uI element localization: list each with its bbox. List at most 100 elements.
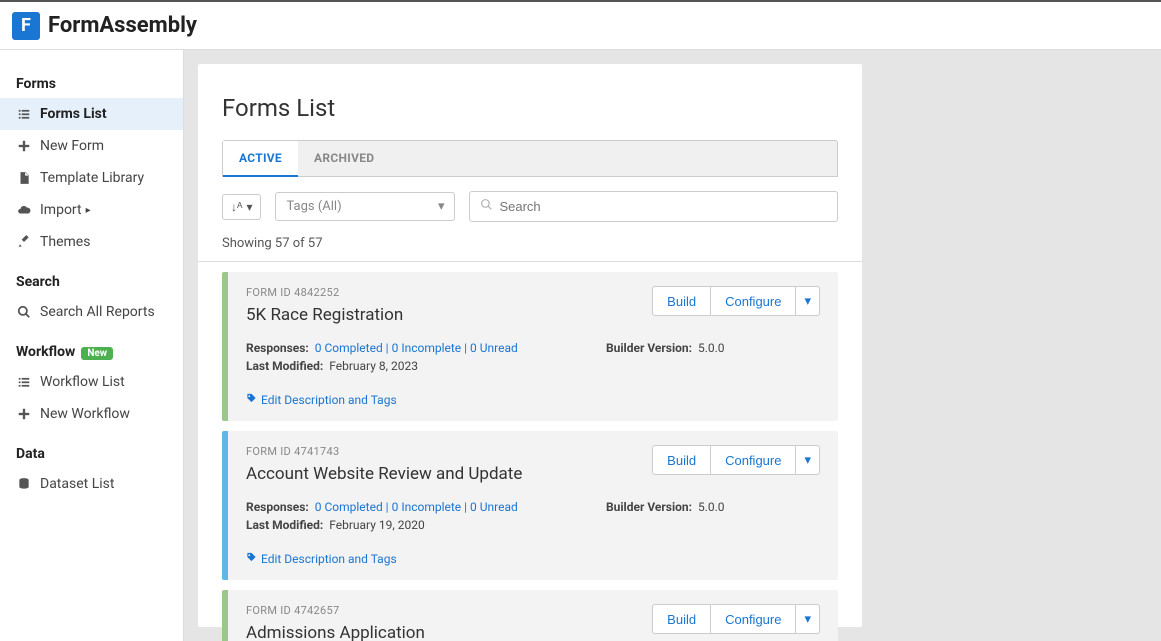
sidebar-heading: Search	[0, 268, 183, 296]
form-actions: BuildConfigure ▾	[652, 604, 820, 634]
builder-version-row: Builder Version: 5.0.0	[606, 341, 820, 355]
configure-button[interactable]: Configure	[711, 604, 796, 634]
sidebar-item-label: Themes	[40, 234, 90, 250]
last-modified-row: Last Modified: February 8, 2023	[246, 359, 606, 373]
last-modified-value: February 19, 2020	[329, 518, 424, 532]
db-icon	[16, 477, 32, 491]
last-modified-row: Last Modified: February 19, 2020	[246, 518, 606, 532]
last-modified-label: Last Modified:	[246, 359, 323, 373]
form-card-head: FORM ID 4741743 Account Website Review an…	[246, 445, 820, 484]
responses-label: Responses:	[246, 500, 309, 514]
form-actions: BuildConfigure ▾	[652, 286, 820, 316]
form-id: FORM ID 4741743	[246, 445, 522, 458]
form-name[interactable]: 5K Race Registration	[246, 305, 403, 325]
actions-dropdown-button[interactable]: ▾	[796, 445, 820, 475]
builder-version-value: 5.0.0	[698, 500, 725, 514]
sidebar-item-import[interactable]: Import ▸	[0, 194, 183, 226]
form-id: FORM ID 4742657	[246, 604, 425, 617]
chevron-down-icon: ▾	[804, 293, 811, 308]
tags-filter-label: Tags (All)	[286, 199, 341, 214]
form-card-head: FORM ID 4742657 Admissions Application Bui…	[246, 604, 820, 641]
logo[interactable]: F FormAssembly	[12, 12, 197, 40]
edit-description-label: Edit Description and Tags	[261, 393, 397, 407]
sidebar-item-label: New Workflow	[40, 406, 130, 422]
sidebar-item-template-library[interactable]: Template Library	[0, 162, 183, 194]
tabs: ACTIVE ARCHIVED	[222, 140, 838, 177]
forms-container: FORM ID 4842252 5K Race Registration Build…	[198, 272, 862, 641]
chevron-down-icon: ▾	[804, 611, 811, 626]
responses-label: Responses:	[246, 341, 309, 355]
plus-icon	[16, 139, 32, 153]
form-card: FORM ID 4742657 Admissions Application Bui…	[222, 590, 838, 641]
last-modified-value: February 8, 2023	[329, 359, 418, 373]
actions-dropdown-button[interactable]: ▾	[796, 286, 820, 316]
build-button[interactable]: Build	[652, 445, 711, 475]
build-button[interactable]: Build	[652, 286, 711, 316]
forms-panel: Forms List ACTIVE ARCHIVED ↓ᴬ ▾ Tags (Al…	[198, 64, 862, 627]
build-button[interactable]: Build	[652, 604, 711, 634]
sidebar-item-themes[interactable]: Themes	[0, 226, 183, 258]
logo-text: FormAssembly	[48, 13, 197, 38]
tab-active[interactable]: ACTIVE	[223, 141, 298, 177]
sidebar-heading: Data	[0, 440, 183, 468]
search-input[interactable]	[499, 199, 827, 214]
responses-row: Responses: 0 Completed | 0 Incomplete | …	[246, 341, 606, 355]
page-title: Forms List	[198, 84, 862, 140]
search-icon	[16, 305, 32, 319]
sidebar-item-search-all-reports[interactable]: Search All Reports	[0, 296, 183, 328]
responses-link[interactable]: 0 Completed | 0 Incomplete | 0 Unread	[315, 341, 518, 355]
edit-description-label: Edit Description and Tags	[261, 552, 397, 566]
builder-version-label: Builder Version:	[606, 500, 692, 514]
sidebar-item-forms-list[interactable]: Forms List	[0, 98, 183, 130]
form-name[interactable]: Admissions Application	[246, 623, 425, 641]
form-actions: BuildConfigure ▾	[652, 445, 820, 475]
search-icon	[480, 198, 493, 215]
sidebar-item-label: Import	[40, 202, 82, 218]
sidebar-item-label: Search All Reports	[40, 304, 155, 320]
edit-description-link[interactable]: Edit Description and Tags	[246, 393, 820, 407]
sidebar-item-new-form[interactable]: New Form	[0, 130, 183, 162]
configure-button[interactable]: Configure	[711, 445, 796, 475]
sidebar-item-new-workflow[interactable]: New Workflow	[0, 398, 183, 430]
responses-row: Responses: 0 Completed | 0 Incomplete | …	[246, 500, 606, 514]
tag-icon	[246, 393, 257, 407]
builder-version-row: Builder Version: 5.0.0	[606, 500, 820, 514]
builder-version-value: 5.0.0	[698, 341, 725, 355]
file-icon	[16, 171, 32, 185]
sidebar-item-dataset-list[interactable]: Dataset List	[0, 468, 183, 500]
sidebar: FormsForms ListNew FormTemplate LibraryI…	[0, 50, 184, 641]
sidebar-heading: Forms	[0, 70, 183, 98]
builder-version-label: Builder Version:	[606, 341, 692, 355]
last-modified-label: Last Modified:	[246, 518, 323, 532]
edit-description-link[interactable]: Edit Description and Tags	[246, 552, 820, 566]
main-area: Forms List ACTIVE ARCHIVED ↓ᴬ ▾ Tags (Al…	[184, 50, 1161, 641]
sidebar-item-label: Forms List	[40, 106, 107, 122]
tag-icon	[246, 552, 257, 566]
form-name[interactable]: Account Website Review and Update	[246, 464, 522, 484]
sort-icon: ↓ᴬ	[231, 200, 242, 214]
configure-button[interactable]: Configure	[711, 286, 796, 316]
tab-archived[interactable]: ARCHIVED	[298, 141, 390, 176]
sidebar-heading: WorkflowNew	[0, 338, 183, 366]
chevron-down-icon: ▾	[804, 452, 811, 467]
form-id: FORM ID 4842252	[246, 286, 403, 299]
chevron-down-icon: ▾	[438, 199, 445, 214]
sidebar-item-workflow-list[interactable]: Workflow List	[0, 366, 183, 398]
logo-icon: F	[12, 12, 40, 40]
sidebar-item-label: New Form	[40, 138, 104, 154]
search-box[interactable]	[469, 191, 838, 222]
responses-link[interactable]: 0 Completed | 0 Incomplete | 0 Unread	[315, 500, 518, 514]
cloud-icon	[16, 203, 32, 217]
chevron-right-icon: ▸	[86, 205, 91, 216]
plus-icon	[16, 407, 32, 421]
sort-button[interactable]: ↓ᴬ ▾	[222, 194, 261, 220]
sidebar-item-label: Dataset List	[40, 476, 114, 492]
brush-icon	[16, 235, 32, 249]
list-icon	[16, 375, 32, 389]
new-badge: New	[81, 347, 113, 360]
tags-filter-select[interactable]: Tags (All) ▾	[275, 192, 455, 221]
form-meta: Responses: 0 Completed | 0 Incomplete | …	[246, 500, 820, 536]
sidebar-item-label: Workflow List	[40, 374, 125, 390]
topbar: F FormAssembly	[0, 0, 1161, 50]
actions-dropdown-button[interactable]: ▾	[796, 604, 820, 634]
